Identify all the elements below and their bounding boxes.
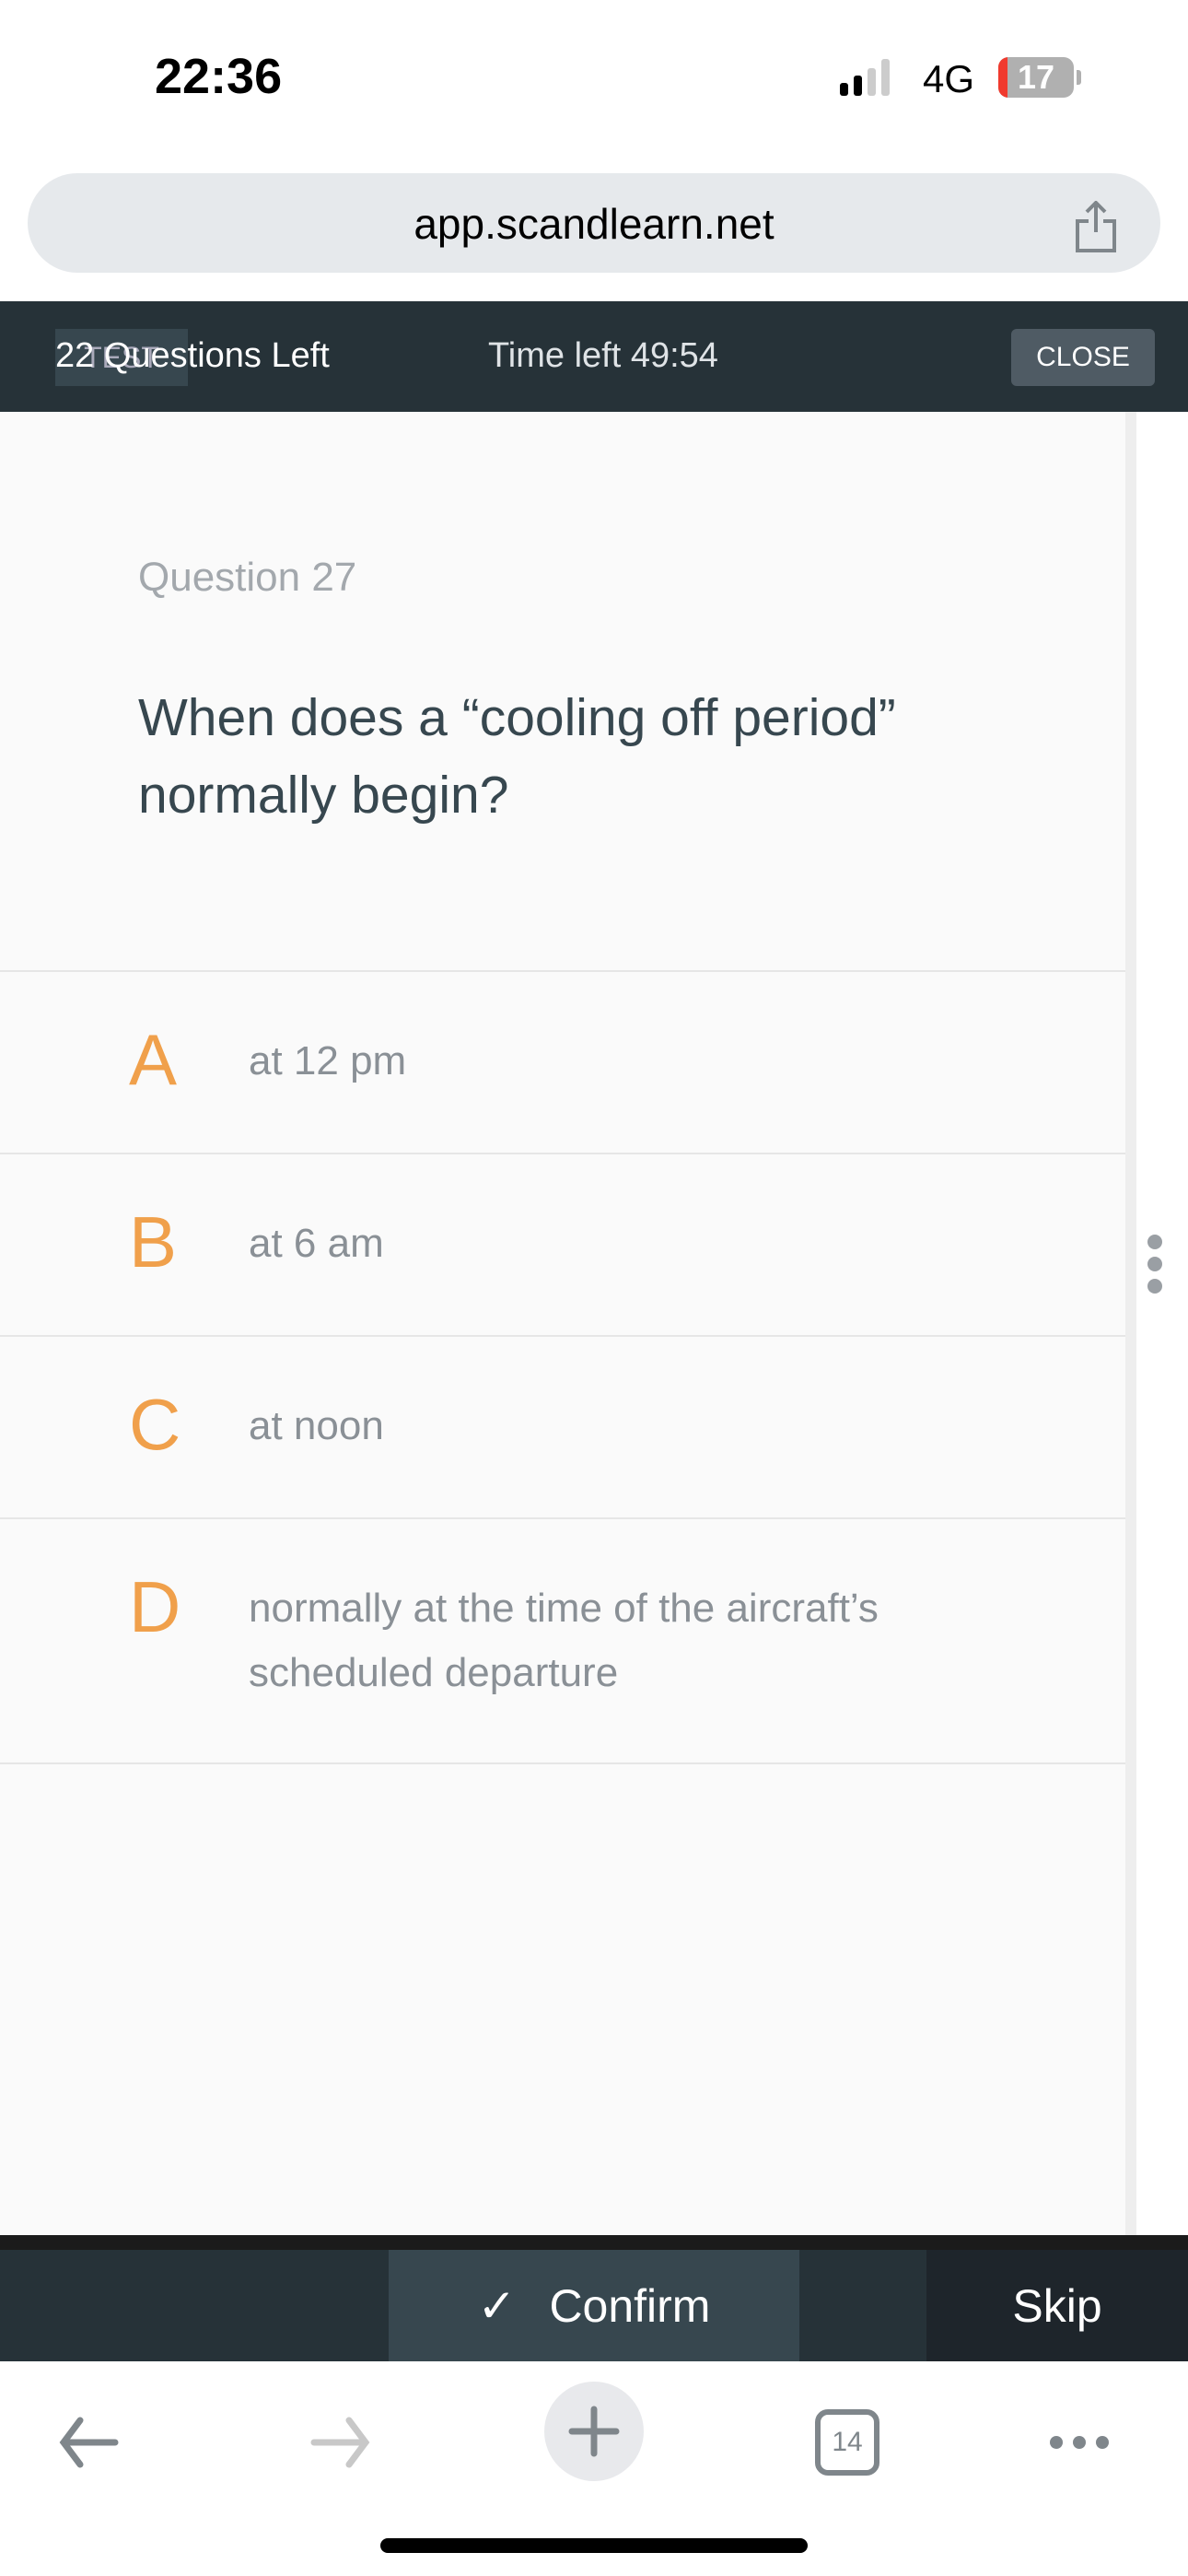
forward-button[interactable] <box>285 2387 396 2498</box>
option-letter: A <box>129 1019 178 1100</box>
url-text: app.scandlearn.net <box>413 200 775 248</box>
question-number: Question 27 <box>138 555 357 600</box>
skip-button[interactable]: Skip <box>926 2250 1188 2361</box>
battery-icon: 17 <box>998 57 1074 98</box>
question-text: When does a “cooling off period” normall… <box>138 688 896 825</box>
back-button[interactable] <box>33 2387 144 2498</box>
option-text: at 6 am <box>249 1221 384 1266</box>
address-bar[interactable]: app.scandlearn.net <box>28 173 1160 273</box>
divider <box>0 2235 1188 2250</box>
share-icon[interactable] <box>1074 201 1118 252</box>
option-c[interactable]: C at noon <box>0 1335 1125 1517</box>
plus-icon <box>568 2406 620 2457</box>
confirm-button[interactable]: ✓ Confirm <box>389 2250 799 2361</box>
quiz-header: TEST 22 Questions Left Time left 49:54 C… <box>0 301 1188 412</box>
option-a[interactable]: A at 12 pm <box>0 970 1125 1153</box>
option-b[interactable]: B at 6 am <box>0 1153 1125 1335</box>
signal-icon <box>840 59 890 96</box>
option-d[interactable]: D normally at the time of the aircraft’s… <box>0 1517 1125 1764</box>
back-arrow-icon <box>59 2417 119 2468</box>
battery-tip <box>1077 70 1081 85</box>
option-letter: C <box>129 1384 181 1465</box>
option-text: normally at the time of the aircraft’s s… <box>249 1586 879 1695</box>
option-letter: D <box>129 1566 181 1647</box>
option-letter: B <box>129 1201 178 1282</box>
more-button[interactable] <box>1024 2387 1135 2498</box>
scrollbar[interactable] <box>1125 412 1136 2235</box>
close-button[interactable]: CLOSE <box>1011 329 1155 386</box>
option-text: at noon <box>249 1403 384 1448</box>
more-horizontal-icon <box>1050 2436 1109 2449</box>
tabs-button[interactable]: 14 <box>792 2387 903 2498</box>
time-left: Time left 49:54 <box>488 336 718 375</box>
check-icon: ✓ <box>477 2279 517 2332</box>
option-text: at 12 pm <box>249 1038 407 1083</box>
new-tab-button[interactable] <box>544 2382 644 2481</box>
battery-level: 17 <box>1017 58 1055 96</box>
network-type: 4G <box>923 57 975 100</box>
questions-left: 22 Questions Left <box>55 336 330 375</box>
status-time: 22:36 <box>155 49 283 104</box>
forward-arrow-icon <box>310 2417 370 2468</box>
confirm-label: Confirm <box>549 2279 711 2332</box>
answer-bar: ✓ Confirm Skip <box>0 2250 1188 2361</box>
more-vertical-icon[interactable] <box>1147 1235 1164 1301</box>
question-panel: Question 27 When does a “cooling off per… <box>0 412 1125 2235</box>
tabs-count: 14 <box>815 2409 879 2476</box>
home-indicator[interactable] <box>380 2538 808 2553</box>
